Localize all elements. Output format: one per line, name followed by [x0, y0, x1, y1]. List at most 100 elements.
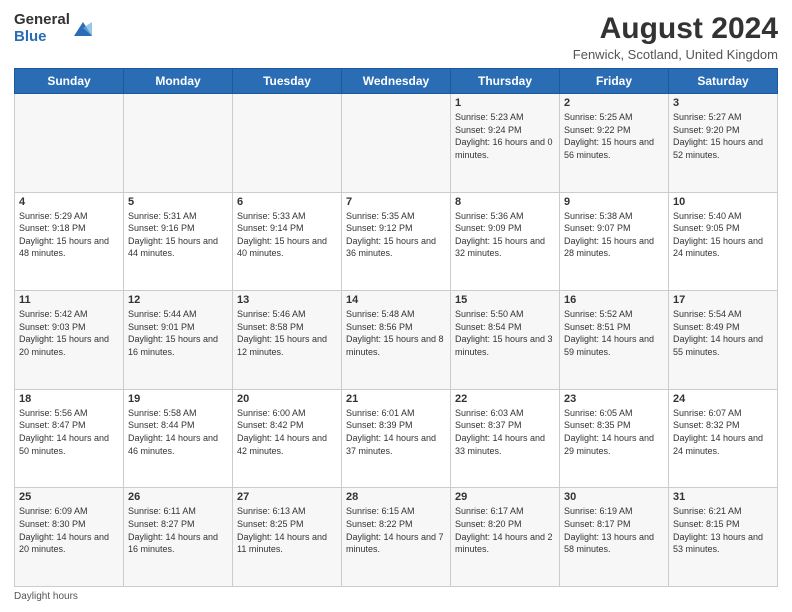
day-number: 19 [128, 393, 228, 405]
day-number: 24 [673, 393, 773, 405]
calendar-cell: 18 Sunrise: 5:56 AM Sunset: 8:47 PM Dayli… [15, 389, 124, 488]
day-header-saturday: Saturday [669, 69, 778, 94]
day-info: Sunrise: 6:17 AM Sunset: 8:20 PM Dayligh… [455, 505, 555, 555]
calendar-week-5: 25Sunrise: 6:09 AM Sunset: 8:30 PM Dayli… [15, 488, 778, 587]
calendar-cell: 1 Sunrise: 5:23 AM Sunset: 9:24 PM Daylig… [451, 94, 560, 193]
day-number: 16 [564, 294, 664, 306]
day-number: 29 [455, 491, 555, 503]
day-info: Sunrise: 5:46 AM Sunset: 8:58 PM Dayligh… [237, 308, 337, 358]
calendar-cell: 27 Sunrise: 6:13 AM Sunset: 8:25 PM Dayli… [233, 488, 342, 587]
day-number: 10 [673, 196, 773, 208]
day-number: 22 [455, 393, 555, 405]
day-header-wednesday: Wednesday [342, 69, 451, 94]
day-info: Sunrise: 5:48 AM Sunset: 8:56 PM Dayligh… [346, 308, 446, 358]
day-number: 5 [128, 196, 228, 208]
calendar-body: 1 Sunrise: 5:23 AM Sunset: 9:24 PM Daylig… [15, 94, 778, 587]
page: General Blue August 2024 Fenwick, Scotla… [0, 0, 792, 612]
day-number: 28 [346, 491, 446, 503]
main-title: August 2024 [573, 12, 778, 45]
calendar-cell: 11 Sunrise: 5:42 AM Sunset: 9:03 PM Dayli… [15, 291, 124, 390]
logo-area: General Blue [14, 12, 94, 45]
calendar-cell [342, 94, 451, 193]
day-number: 13 [237, 294, 337, 306]
day-number: 11 [19, 294, 119, 306]
day-info: Sunrise: 5:44 AM Sunset: 9:01 PM Dayligh… [128, 308, 228, 358]
calendar-cell: 6Sunrise: 5:33 AM Sunset: 9:14 PM Daylig… [233, 192, 342, 291]
logo-text: General Blue [14, 12, 70, 45]
day-info: Sunrise: 5:23 AM Sunset: 9:24 PM Dayligh… [455, 111, 555, 161]
calendar-cell: 28Sunrise: 6:15 AM Sunset: 8:22 PM Dayli… [342, 488, 451, 587]
calendar-cell: 16 Sunrise: 5:52 AM Sunset: 8:51 PM Dayli… [560, 291, 669, 390]
day-number: 15 [455, 294, 555, 306]
day-number: 18 [19, 393, 119, 405]
day-header-thursday: Thursday [451, 69, 560, 94]
logo-general: General [14, 12, 70, 29]
day-header-friday: Friday [560, 69, 669, 94]
day-number: 9 [564, 196, 664, 208]
day-info: Sunrise: 5:52 AM Sunset: 8:51 PM Dayligh… [564, 308, 664, 358]
day-info: Sunrise: 5:29 AM Sunset: 9:18 PM Dayligh… [19, 210, 119, 260]
day-info: Sunrise: 5:27 AM Sunset: 9:20 PM Dayligh… [673, 111, 773, 161]
title-area: August 2024 Fenwick, Scotland, United Ki… [573, 12, 778, 62]
footer: Daylight hours [14, 591, 778, 602]
logo-icon [72, 18, 94, 40]
day-header-tuesday: Tuesday [233, 69, 342, 94]
day-info: Sunrise: 5:40 AM Sunset: 9:05 PM Dayligh… [673, 210, 773, 260]
day-number: 14 [346, 294, 446, 306]
calendar-cell: 5 Sunrise: 5:31 AM Sunset: 9:16 PM Daylig… [124, 192, 233, 291]
day-info: Sunrise: 5:56 AM Sunset: 8:47 PM Dayligh… [19, 407, 119, 457]
day-number: 3 [673, 97, 773, 109]
day-info: Sunrise: 6:00 AM Sunset: 8:42 PM Dayligh… [237, 407, 337, 457]
day-info: Sunrise: 6:19 AM Sunset: 8:17 PM Dayligh… [564, 505, 664, 555]
day-number: 8 [455, 196, 555, 208]
day-info: Sunrise: 6:05 AM Sunset: 8:35 PM Dayligh… [564, 407, 664, 457]
day-number: 2 [564, 97, 664, 109]
calendar-cell [15, 94, 124, 193]
calendar-cell: 10 Sunrise: 5:40 AM Sunset: 9:05 PM Dayli… [669, 192, 778, 291]
day-number: 23 [564, 393, 664, 405]
calendar-cell: 12 Sunrise: 5:44 AM Sunset: 9:01 PM Dayli… [124, 291, 233, 390]
subtitle: Fenwick, Scotland, United Kingdom [573, 47, 778, 62]
logo-blue: Blue [14, 29, 70, 46]
day-header-sunday: Sunday [15, 69, 124, 94]
day-info: Sunrise: 5:38 AM Sunset: 9:07 PM Dayligh… [564, 210, 664, 260]
day-info: Sunrise: 6:09 AM Sunset: 8:30 PM Dayligh… [19, 505, 119, 555]
day-info: Sunrise: 6:11 AM Sunset: 8:27 PM Dayligh… [128, 505, 228, 555]
calendar-cell: 20Sunrise: 6:00 AM Sunset: 8:42 PM Dayli… [233, 389, 342, 488]
header: General Blue August 2024 Fenwick, Scotla… [14, 12, 778, 62]
day-number: 27 [237, 491, 337, 503]
day-info: Sunrise: 5:25 AM Sunset: 9:22 PM Dayligh… [564, 111, 664, 161]
calendar-cell: 29 Sunrise: 6:17 AM Sunset: 8:20 PM Dayli… [451, 488, 560, 587]
calendar-cell: 3 Sunrise: 5:27 AM Sunset: 9:20 PM Daylig… [669, 94, 778, 193]
day-info: Sunrise: 5:42 AM Sunset: 9:03 PM Dayligh… [19, 308, 119, 358]
calendar-cell: 19 Sunrise: 5:58 AM Sunset: 8:44 PM Dayli… [124, 389, 233, 488]
day-number: 26 [128, 491, 228, 503]
day-info: Sunrise: 6:13 AM Sunset: 8:25 PM Dayligh… [237, 505, 337, 555]
header-row: SundayMondayTuesdayWednesdayThursdayFrid… [15, 69, 778, 94]
calendar-week-1: 1 Sunrise: 5:23 AM Sunset: 9:24 PM Daylig… [15, 94, 778, 193]
day-info: Sunrise: 6:21 AM Sunset: 8:15 PM Dayligh… [673, 505, 773, 555]
day-info: Sunrise: 5:58 AM Sunset: 8:44 PM Dayligh… [128, 407, 228, 457]
day-info: Sunrise: 5:36 AM Sunset: 9:09 PM Dayligh… [455, 210, 555, 260]
calendar-week-3: 11 Sunrise: 5:42 AM Sunset: 9:03 PM Dayli… [15, 291, 778, 390]
day-number: 7 [346, 196, 446, 208]
calendar-cell: 13 Sunrise: 5:46 AM Sunset: 8:58 PM Dayli… [233, 291, 342, 390]
calendar-header: SundayMondayTuesdayWednesdayThursdayFrid… [15, 69, 778, 94]
calendar-cell [233, 94, 342, 193]
day-number: 17 [673, 294, 773, 306]
calendar-table: SundayMondayTuesdayWednesdayThursdayFrid… [14, 68, 778, 587]
calendar-cell: 7Sunrise: 5:35 AM Sunset: 9:12 PM Daylig… [342, 192, 451, 291]
day-number: 1 [455, 97, 555, 109]
day-info: Sunrise: 5:31 AM Sunset: 9:16 PM Dayligh… [128, 210, 228, 260]
calendar-cell: 22Sunrise: 6:03 AM Sunset: 8:37 PM Dayli… [451, 389, 560, 488]
daylight-label: Daylight hours [14, 591, 78, 602]
calendar-cell: 21Sunrise: 6:01 AM Sunset: 8:39 PM Dayli… [342, 389, 451, 488]
day-info: Sunrise: 6:07 AM Sunset: 8:32 PM Dayligh… [673, 407, 773, 457]
day-info: Sunrise: 5:54 AM Sunset: 8:49 PM Dayligh… [673, 308, 773, 358]
day-info: Sunrise: 6:01 AM Sunset: 8:39 PM Dayligh… [346, 407, 446, 457]
calendar-cell: 23 Sunrise: 6:05 AM Sunset: 8:35 PM Dayli… [560, 389, 669, 488]
day-number: 12 [128, 294, 228, 306]
calendar-cell: 31Sunrise: 6:21 AM Sunset: 8:15 PM Dayli… [669, 488, 778, 587]
day-header-monday: Monday [124, 69, 233, 94]
day-info: Sunrise: 5:50 AM Sunset: 8:54 PM Dayligh… [455, 308, 555, 358]
